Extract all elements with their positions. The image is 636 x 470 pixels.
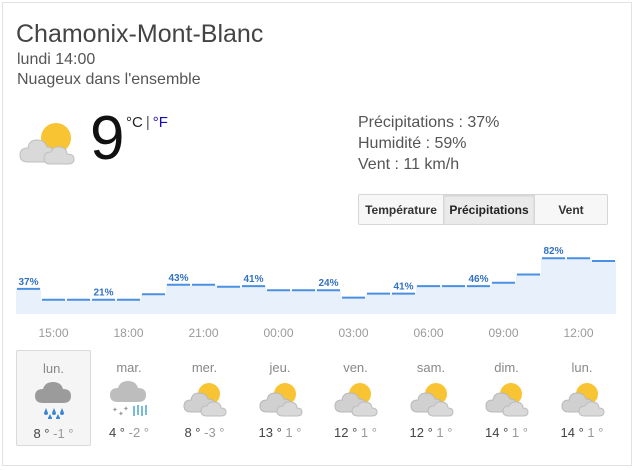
precipitation-value-label: 82% [543,246,563,257]
forecast-high: 14 ° [485,425,509,440]
time-axis-label: 15:00 [38,326,68,340]
unit-fahrenheit[interactable]: °F [153,114,168,131]
forecast-day[interactable]: mer. 8 ° -3 ° [167,350,242,446]
weather-details: Précipitations : 37% Humidité : 59% Vent… [358,112,499,175]
forecast-low: 1 ° [587,425,604,440]
partly-cloudy-icon [181,378,229,418]
forecast-temps: 8 ° -1 ° [17,426,90,441]
precipitation-value-label: 41% [243,274,263,285]
partly-cloudy-icon [332,378,380,418]
tab-wind[interactable]: Vent [535,195,607,224]
forecast-day[interactable]: lun. 8 ° -1 ° [16,350,91,446]
precipitation-area [16,258,616,314]
forecast-day-name: lun. [571,360,593,375]
precipitation-value-label: 37% [18,277,38,288]
precipitation-value-label: 43% [168,273,188,284]
forecast-day-name: jeu. [269,360,291,375]
unit-separator: | [145,114,150,131]
forecast-high: 12 ° [334,425,358,440]
rain-icon [31,379,79,420]
precipitation-detail: Précipitations : 37% [358,114,500,131]
time-axis-label: 21:00 [188,326,218,340]
forecast-low: 1 ° [285,425,302,440]
forecast-day-name: dim. [494,360,519,375]
time-axis-label: 03:00 [338,326,368,340]
weather-condition: Nuageux dans l'ensemble [17,71,201,88]
forecast-low: -2 ° [128,425,150,440]
time-axis-label: 09:00 [488,326,518,340]
forecast-temps: 12 ° 1 ° [318,425,393,440]
precipitation-value-label: 21% [93,288,113,299]
forecast-low: -1 ° [53,426,74,441]
forecast-high: 8 ° [33,426,50,441]
forecast-low: 1 ° [360,425,377,440]
unit-toggle: °C | °F [126,114,168,131]
partly-cloudy-icon [257,378,305,418]
partly-cloudy-icon [19,123,75,165]
forecast-temps: 12 ° 1 ° [394,425,469,440]
forecast-day-name: ven. [343,360,368,375]
forecast-high: 8 ° [184,425,201,440]
forecast-day-name: lun. [43,361,64,376]
partly-cloudy-icon [408,378,456,418]
forecast-low: 1 ° [436,425,453,440]
forecast-high: 13 ° [258,425,282,440]
daily-forecast: lun. 8 ° -1 ° mar. ✦ ✦ ✦ 4 ° -2 ° mer. 8 ° -3 ° j… [16,350,622,446]
svg-text:✦: ✦ [123,405,129,413]
precipitation-value-label: 46% [468,274,488,285]
forecast-day[interactable]: lun. 14 ° 1 ° [545,350,620,446]
tab-temperature[interactable]: Température [359,195,444,224]
forecast-temps: 13 ° 1 ° [243,425,318,440]
chart-tabs: Température Précipitations Vent [358,194,608,225]
forecast-high: 4 ° [108,425,126,440]
precipitation-value-label: 24% [318,278,338,289]
humidity-detail: Humidité : 59% [358,135,467,152]
rain-snow-icon: ✦ ✦ ✦ [106,378,154,418]
forecast-temps: 14 ° 1 ° [469,425,544,440]
forecast-day[interactable]: dim. 14 ° 1 ° [469,350,544,446]
precipitation-value-label: 41% [393,282,413,293]
time-axis-label: 06:00 [413,326,443,340]
time-axis-label: 00:00 [263,326,293,340]
forecast-day-name: mar. [116,360,142,375]
forecast-day-name: sam. [416,360,446,375]
forecast-day-name: mer. [191,360,218,375]
tab-precipitation[interactable]: Précipitations [444,195,535,224]
forecast-high: 14 ° [560,425,584,440]
time-axis-label: 18:00 [113,326,143,340]
forecast-day[interactable]: ven. 12 ° 1 ° [318,350,393,446]
unit-celsius[interactable]: °C [126,114,143,131]
forecast-low: -3 ° [204,425,225,440]
forecast-day[interactable]: jeu. 13 ° 1 ° [243,350,318,446]
forecast-temps: 14 ° 1 ° [545,425,620,440]
forecast-day[interactable]: mar. ✦ ✦ ✦ 4 ° -2 ° [92,350,167,446]
forecast-day[interactable]: sam. 12 ° 1 ° [394,350,469,446]
precipitation-chart: 37% 21% 43% 41% 24% 41% 46% 82% 15:00 18:00 21:00 0… [16,246,616,340]
location-name: Chamonix-Mont-Blanc [16,20,264,48]
partly-cloudy-icon [483,378,531,418]
time-axis-label: 12:00 [563,326,593,340]
forecast-low: 1 ° [511,425,528,440]
forecast-high: 12 ° [409,425,433,440]
forecast-temps: 8 ° -3 ° [167,425,242,440]
partly-cloudy-icon [559,378,607,418]
forecast-temps: 4 ° -2 ° [92,425,167,440]
wind-detail: Vent : 11 km/h [358,156,460,173]
current-temperature: 9 [90,104,125,173]
location-time: lundi 14:00 [17,51,96,68]
